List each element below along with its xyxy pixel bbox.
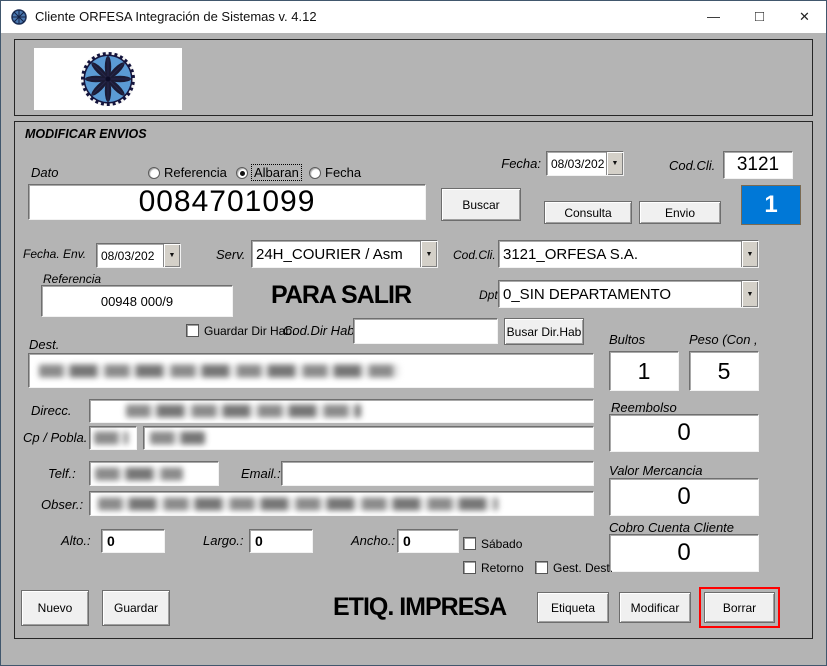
peso-label: Peso (Con , — [689, 332, 758, 347]
valor-mercancia-input[interactable]: 0 — [609, 478, 759, 516]
cobro-cuenta-label: Cobro Cuenta Cliente — [609, 520, 734, 535]
fecha-top-dropdown[interactable]: 08/03/202 ▼ — [546, 151, 624, 176]
app-window: Cliente ORFESA Integración de Sistemas v… — [0, 0, 827, 666]
valor-mercancia-label: Valor Mercancia — [609, 463, 702, 478]
redacted-text — [94, 432, 128, 445]
referencia-input[interactable]: 00948 000/9 — [41, 285, 233, 317]
titlebar: Cliente ORFESA Integración de Sistemas v… — [1, 1, 826, 33]
email-label: Email.: — [241, 466, 281, 481]
retorno-checkbox[interactable] — [463, 561, 476, 574]
gest-dest-checkbox[interactable] — [535, 561, 548, 574]
dato-label: Dato — [31, 165, 58, 180]
serv-label: Serv. — [216, 247, 245, 262]
largo-input[interactable]: 0 — [249, 529, 313, 553]
app-diamond-icon — [11, 9, 27, 25]
obser-input[interactable] — [89, 491, 594, 516]
fecha-top-label: Fecha: — [473, 156, 541, 171]
radio-albaran-label[interactable]: Albaran — [252, 165, 301, 180]
busar-dir-hab-button[interactable]: Busar Dir.Hab — [504, 318, 584, 345]
ancho-input[interactable]: 0 — [397, 529, 459, 553]
envio-count-indicator: 1 — [741, 185, 801, 225]
para-salir-text: PARA SALIR — [271, 281, 411, 310]
fecha-env-dropdown[interactable]: 08/03/202 ▼ — [96, 243, 181, 268]
redacted-text — [98, 497, 498, 510]
referencia-label: Referencia — [43, 272, 101, 286]
cod-dir-hab-label: Cod.Dir Hab. — [283, 323, 358, 338]
cod-dir-hab-input[interactable] — [353, 318, 498, 344]
radio-referencia[interactable] — [148, 167, 160, 179]
redacted-text — [39, 364, 399, 377]
minimize-icon[interactable]: — — [691, 1, 736, 32]
radio-referencia-label[interactable]: Referencia — [164, 165, 227, 180]
consulta-button[interactable]: Consulta — [544, 201, 632, 224]
cp-input[interactable] — [89, 426, 137, 450]
alto-label: Alto.: — [61, 533, 91, 548]
direcc-input[interactable] — [89, 399, 594, 423]
redacted-text — [95, 467, 183, 480]
dest-label: Dest. — [29, 337, 59, 352]
reembolso-input[interactable]: 0 — [609, 414, 759, 452]
alto-input[interactable]: 0 — [101, 529, 165, 553]
ancho-label: Ancho.: — [351, 533, 395, 548]
sabado-checkbox[interactable] — [463, 537, 476, 550]
guardar-dir-hab-checkbox[interactable] — [186, 324, 199, 337]
close-icon[interactable]: ✕ — [782, 1, 827, 32]
window-title: Cliente ORFESA Integración de Sistemas v… — [35, 1, 317, 33]
sabado-label: Sábado — [481, 537, 522, 551]
radio-albaran[interactable] — [236, 167, 248, 179]
cobro-cuenta-input[interactable]: 0 — [609, 534, 759, 572]
chevron-down-icon[interactable]: ▼ — [741, 241, 758, 267]
serv-dropdown[interactable]: 24H_COURIER / Asm ▼ — [251, 240, 438, 268]
bultos-label: Bultos — [609, 332, 645, 347]
cod-cli-top-input[interactable]: 3121 — [723, 151, 793, 179]
retorno-label: Retorno — [481, 561, 524, 575]
header-panel — [14, 39, 813, 116]
radio-fecha-label[interactable]: Fecha — [325, 165, 361, 180]
cod-cli-top-label: Cod.Cli. — [669, 158, 715, 173]
fecha-env-label: Fecha. Env. — [23, 247, 86, 261]
bultos-input[interactable]: 1 — [609, 351, 679, 391]
pobla-input[interactable] — [143, 426, 594, 450]
cp-pobla-label: Cp / Pobla. — [23, 430, 87, 445]
envio-button[interactable]: Envio — [639, 201, 721, 224]
reembolso-label: Reembolso — [611, 400, 677, 415]
peso-input[interactable]: 5 — [689, 351, 759, 391]
largo-label: Largo.: — [203, 533, 243, 548]
cod-cli-dropdown[interactable]: 3121_ORFESA S.A. ▼ — [498, 240, 759, 268]
telf-input[interactable] — [89, 461, 219, 486]
guardar-dir-hab-label: Guardar Dir Hab. — [204, 324, 295, 338]
email-input[interactable] — [281, 461, 594, 486]
etiqueta-button[interactable]: Etiqueta — [537, 592, 609, 623]
modificar-button[interactable]: Modificar — [619, 592, 691, 623]
dest-input[interactable] — [28, 353, 594, 388]
chevron-down-icon[interactable]: ▼ — [741, 281, 758, 307]
redacted-text — [150, 432, 205, 445]
redacted-text — [126, 405, 361, 418]
obser-label: Obser.: — [41, 497, 83, 512]
section-title: MODIFICAR ENVIOS — [25, 127, 147, 141]
logo-diamond-image — [34, 48, 182, 110]
dpto-dropdown[interactable]: 0_SIN DEPARTAMENTO ▼ — [498, 280, 759, 308]
maximize-icon[interactable]: □ — [737, 1, 782, 32]
direcc-label: Direcc. — [31, 403, 71, 418]
dato-input[interactable]: 0084701099 — [28, 184, 426, 220]
guardar-button[interactable]: Guardar — [102, 590, 170, 626]
chevron-down-icon[interactable]: ▼ — [606, 152, 623, 175]
nuevo-button[interactable]: Nuevo — [21, 590, 89, 626]
chevron-down-icon[interactable]: ▼ — [163, 244, 180, 267]
gest-dest-label: Gest. Dest. — [553, 561, 613, 575]
buscar-button[interactable]: Buscar — [441, 188, 521, 221]
borrar-highlight-rectangle — [699, 587, 780, 628]
radio-fecha[interactable] — [309, 167, 321, 179]
telf-label: Telf.: — [48, 466, 76, 481]
chevron-down-icon[interactable]: ▼ — [420, 241, 437, 267]
etiq-impresa-text: ETIQ. IMPRESA — [333, 593, 506, 622]
cod-cli-label: Cod.Cli. — [453, 248, 496, 262]
